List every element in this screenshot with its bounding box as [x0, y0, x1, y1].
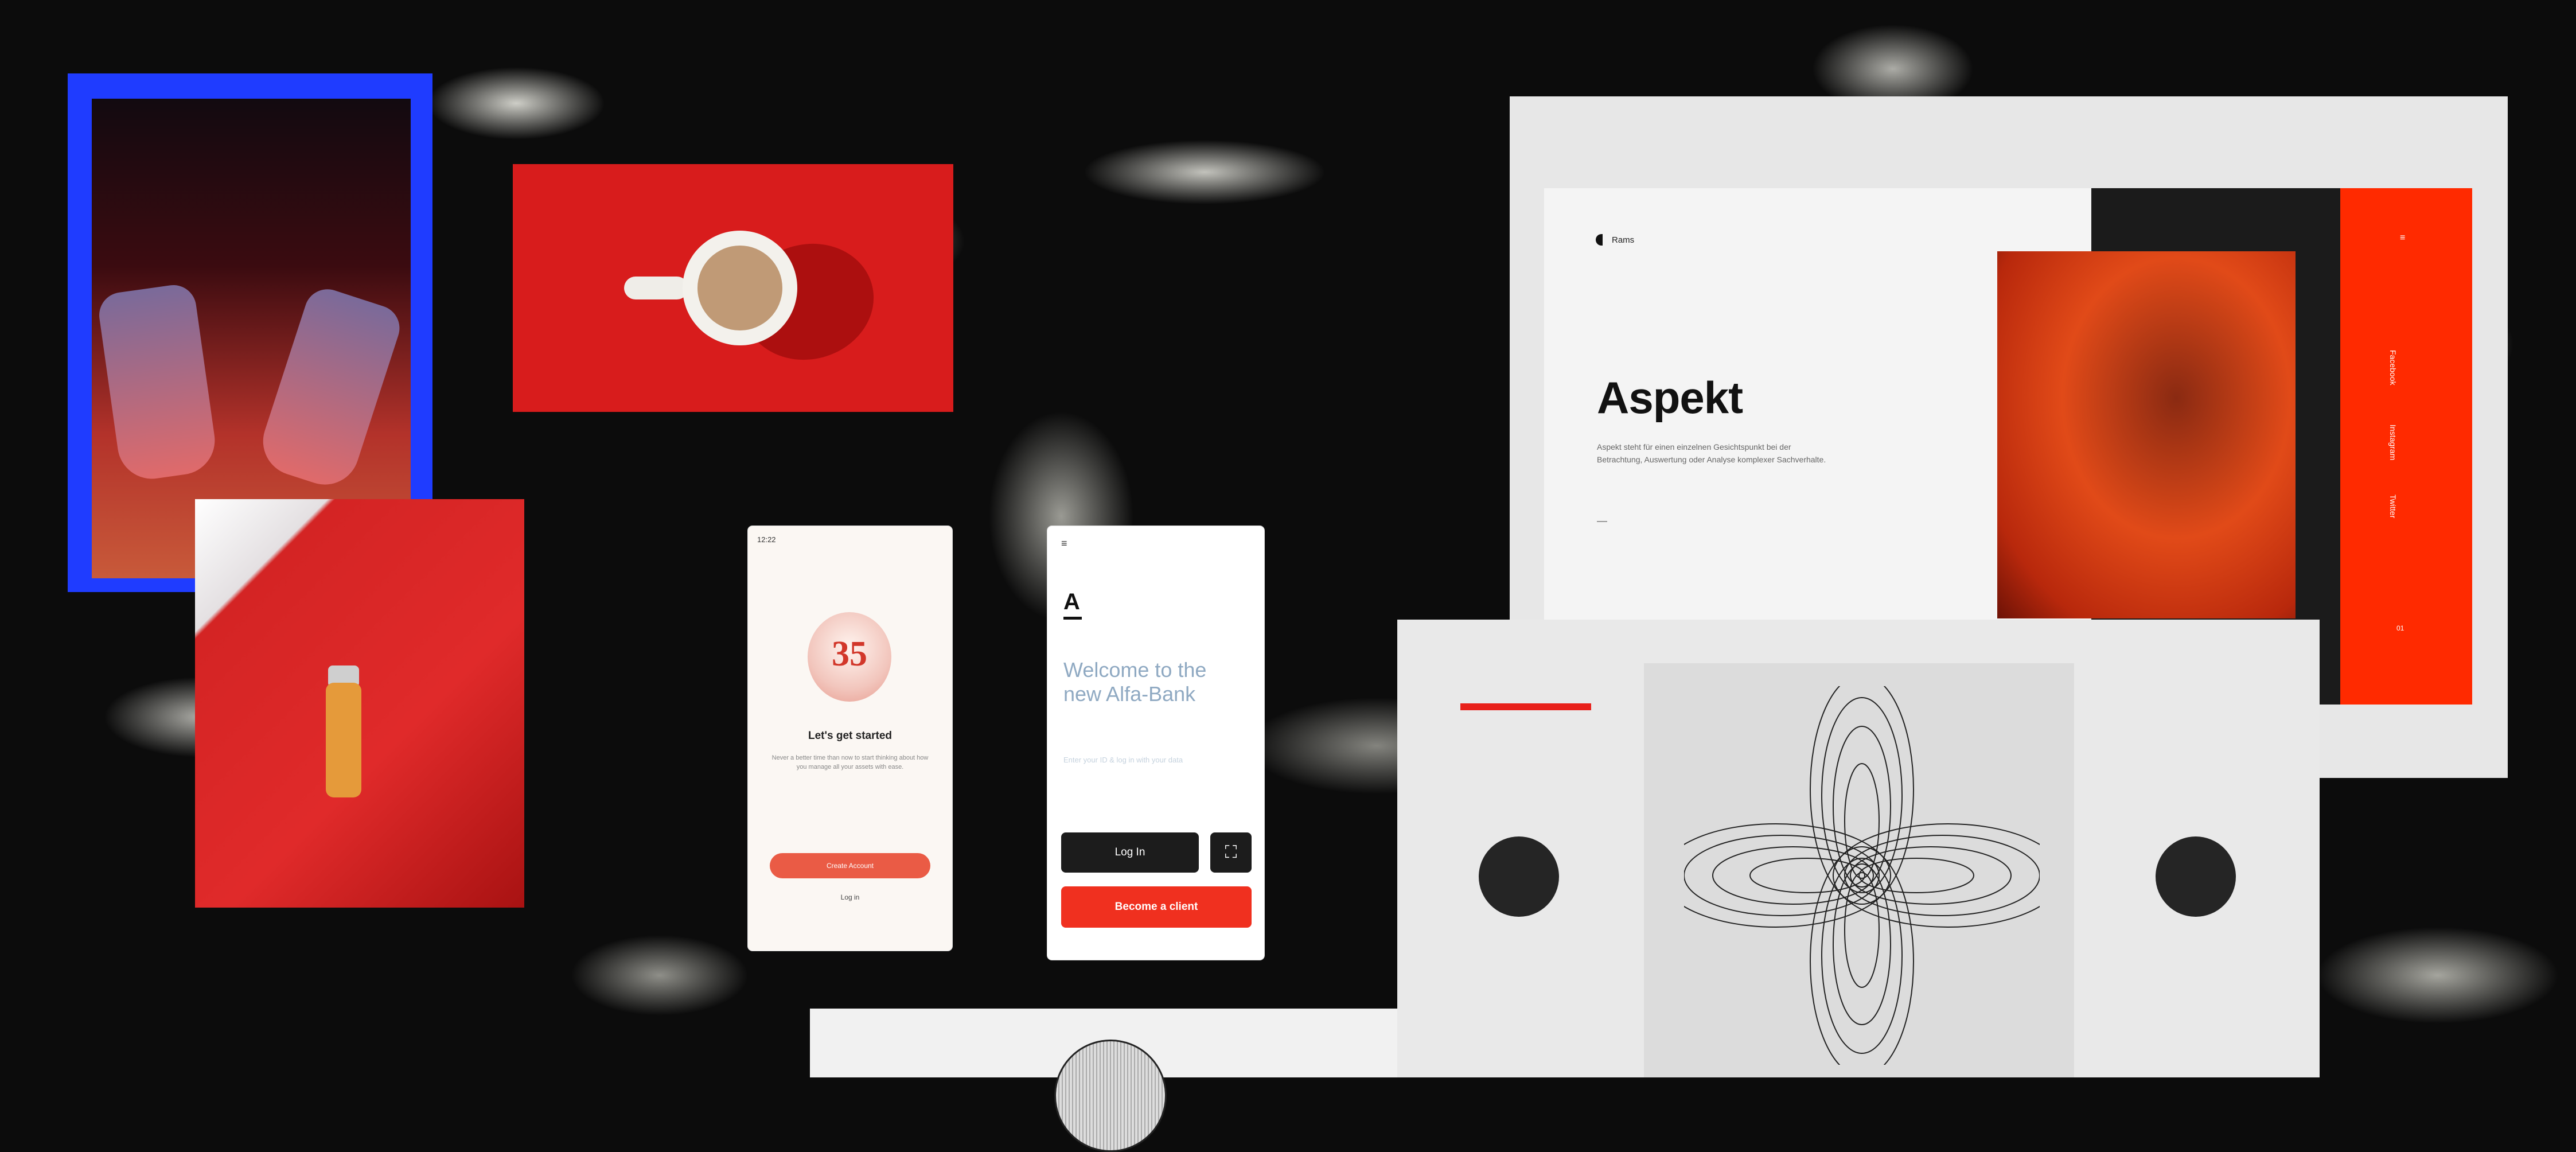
- juice-bottle: [326, 683, 361, 797]
- divider: [1597, 521, 1607, 522]
- next-dot[interactable]: [2156, 836, 2236, 917]
- bottom-panel: [810, 1009, 1397, 1152]
- coffee-liquid: [697, 246, 782, 330]
- status-time: 12:22: [757, 535, 776, 544]
- aspekt-title: Aspekt: [1597, 372, 1743, 423]
- nav-twitter[interactable]: Twitter: [2388, 495, 2398, 518]
- aspekt-description: Aspekt steht für einen einzelnen Gesicht…: [1597, 442, 1826, 464]
- onboarding-phone: 12:22 35 Let's get started Never a bette…: [748, 526, 952, 951]
- jacket-photo: [195, 499, 524, 908]
- dancer-photo: [1997, 251, 2296, 618]
- cup-handle: [624, 277, 688, 299]
- create-account-button[interactable]: Create Account: [770, 853, 930, 878]
- red-sidebar: ≡ Facebook Instagram Twitter 01: [2340, 188, 2472, 705]
- prev-dot[interactable]: [1479, 836, 1559, 917]
- hamburger-icon[interactable]: ≡: [2400, 233, 2405, 243]
- anniversary-badge: 35: [808, 612, 891, 702]
- art-panel: [1397, 620, 2320, 1077]
- onboarding-body: Never a better time than now to start th…: [771, 754, 929, 770]
- slide-counter: 01: [2396, 624, 2404, 632]
- wire-sphere: [1054, 1040, 1167, 1152]
- right-hand: [254, 283, 406, 494]
- bank-logo: A: [1063, 589, 1080, 614]
- flower-artwork: [1684, 686, 2040, 1065]
- face-id-icon[interactable]: ⛶: [1210, 832, 1252, 873]
- nav-facebook[interactable]: Facebook: [2388, 350, 2398, 385]
- login-link[interactable]: Log in: [748, 893, 952, 901]
- onboarding-title: Let's get started: [808, 730, 892, 742]
- petal-lines: [1684, 686, 2040, 1065]
- become-client-button[interactable]: Become a client: [1061, 886, 1252, 928]
- left-hand: [96, 282, 220, 484]
- brand-name[interactable]: Rams: [1612, 235, 1634, 245]
- welcome-subtitle: Enter your ID & log in with your data: [1063, 756, 1183, 764]
- welcome-heading: Welcome to the new Alfa-Bank: [1063, 658, 1207, 706]
- brand-logo-icon: [1596, 234, 1603, 246]
- bank-phone: ≡ A Welcome to the new Alfa-Bank Enter y…: [1047, 526, 1264, 960]
- coffee-photo: [513, 164, 953, 412]
- badge-number: 35: [832, 635, 867, 674]
- menu-icon[interactable]: ≡: [1061, 538, 1067, 550]
- logo-underline: [1063, 617, 1082, 620]
- login-button[interactable]: Log In: [1061, 832, 1199, 873]
- art-frame: [1644, 663, 2074, 1077]
- red-accent-line: [1460, 703, 1591, 710]
- nav-instagram[interactable]: Instagram: [2388, 425, 2398, 460]
